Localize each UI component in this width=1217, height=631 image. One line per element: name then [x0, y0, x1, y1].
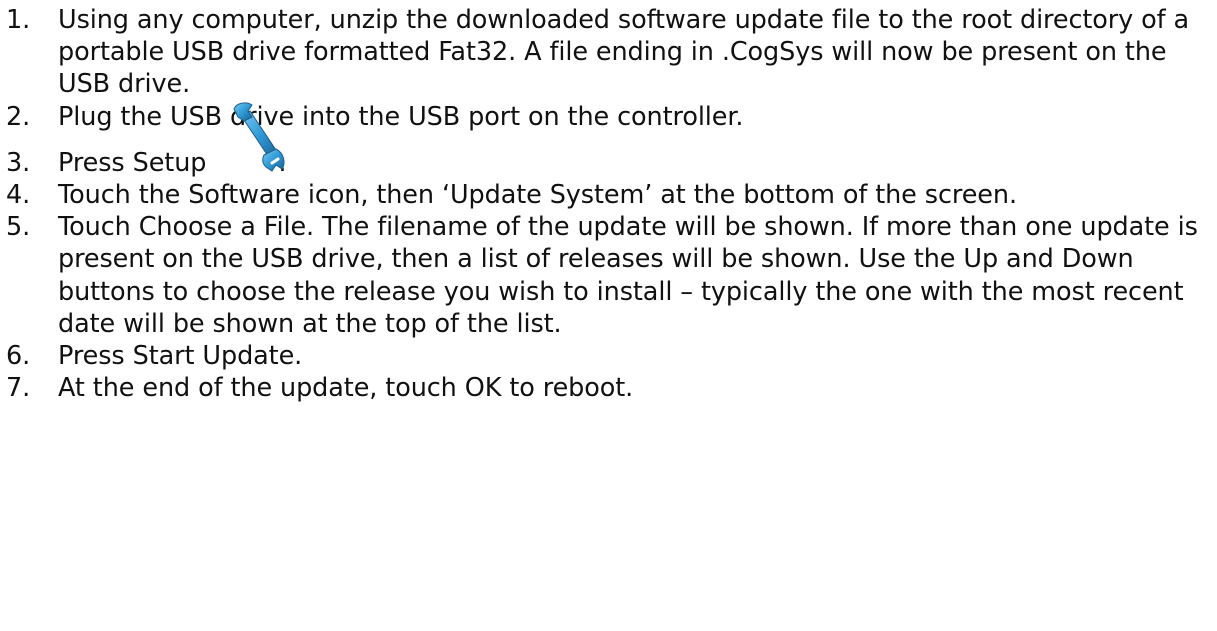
step-1: 1. Using any computer, unzip the downloa…	[0, 4, 1217, 101]
step-5: 5. Touch Choose a File. The filename of …	[0, 211, 1217, 340]
step-text: Plug the USB drive into the USB port on …	[58, 101, 744, 132]
step-number: 7.	[6, 373, 31, 404]
step-text: Touch Choose a File. The filename of the…	[58, 212, 1198, 339]
step-7: 7. At the end of the update, touch OK to…	[0, 372, 1217, 404]
step-4: 4. Touch the Software icon, then ‘Update…	[0, 179, 1217, 211]
step-number: 6.	[6, 341, 31, 372]
step-text: Touch the Software icon, then ‘Update Sy…	[58, 180, 1017, 211]
steps-list: 1. Using any computer, unzip the downloa…	[0, 4, 1217, 404]
step-text: At the end of the update, touch OK to re…	[58, 373, 634, 404]
step-6: 6. Press Start Update.	[0, 340, 1217, 372]
step-text: Press Setup	[58, 147, 207, 178]
step-3: 3. Press Setup	[0, 102, 1217, 179]
step-text: Press Start Update.	[58, 341, 303, 372]
step-number: 4.	[6, 180, 31, 211]
step-number: 5.	[6, 212, 31, 243]
step-2: 2. Plug the USB drive into the USB port …	[0, 101, 1217, 133]
step-text: Using any computer, unzip the downloaded…	[58, 5, 1190, 100]
step-number: 2.	[6, 101, 31, 132]
instructions-document: 1. Using any computer, unzip the downloa…	[0, 0, 1217, 631]
step-number: 3.	[6, 147, 31, 178]
step-number: 1.	[6, 5, 31, 35]
wrench-icon	[228, 102, 285, 179]
